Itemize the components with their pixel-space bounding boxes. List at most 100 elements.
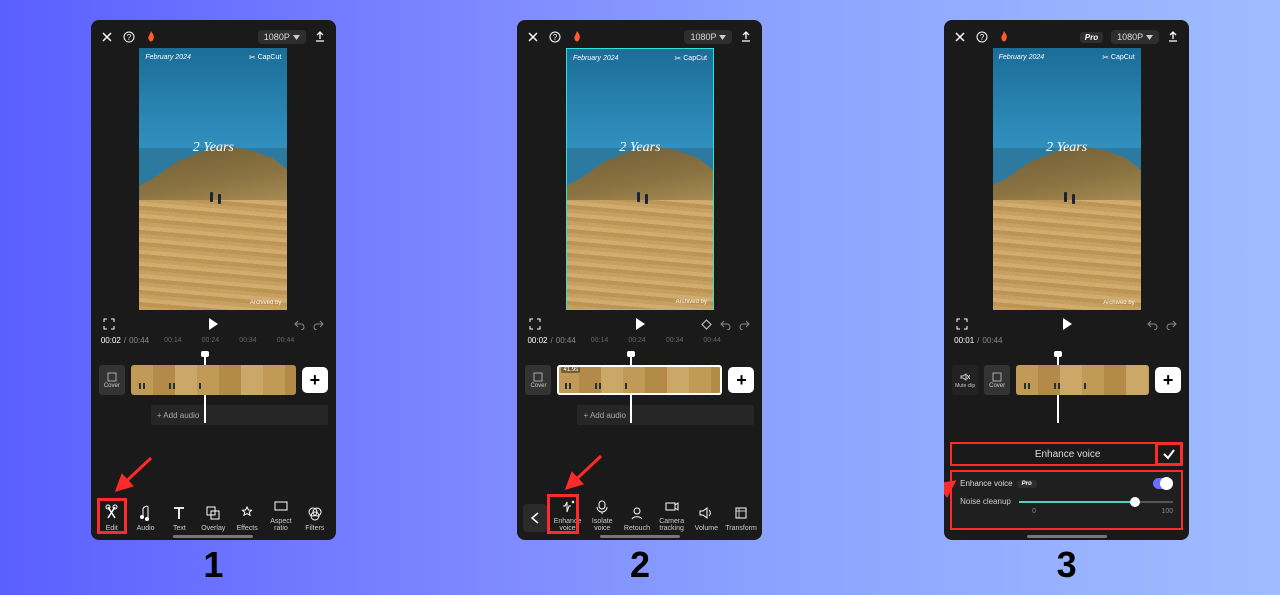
timeline[interactable]: Mute clip Cover +	[944, 363, 1189, 397]
archived-label: Archived by	[676, 299, 707, 305]
export-icon[interactable]	[740, 31, 752, 43]
add-clip-button[interactable]: +	[1155, 367, 1181, 393]
current-time: 00:02	[101, 336, 121, 345]
topbar: ? 1080P	[517, 20, 762, 48]
help-icon[interactable]: ?	[976, 31, 988, 43]
resolution-button[interactable]: 1080P	[258, 30, 306, 44]
flame-icon[interactable]	[145, 30, 157, 44]
pro-badge-inline: Pro	[1017, 480, 1037, 488]
mute-chip[interactable]: Mute clip	[952, 365, 978, 395]
preview-date: February 2024	[999, 54, 1045, 61]
timeline[interactable]: Cover 41.9s +	[517, 363, 762, 397]
close-icon[interactable]	[101, 31, 113, 43]
video-preview: February 2024 CapCut 2 Years Archived by	[566, 48, 714, 310]
pro-badge[interactable]: Pro	[1080, 32, 1103, 43]
tool-text[interactable]: Text	[163, 504, 195, 532]
preview-area[interactable]: February 2024 CapCut 2 Years Archived by	[944, 48, 1189, 310]
fullscreen-icon[interactable]	[956, 318, 968, 330]
playback-row	[91, 310, 336, 334]
current-time: 00:01	[954, 336, 974, 345]
close-icon[interactable]	[527, 31, 539, 43]
tool-transform[interactable]: Transform	[725, 504, 757, 532]
confirm-button[interactable]	[1155, 442, 1183, 466]
preview-area[interactable]: February 2024 CapCut 2 Years Archived by	[517, 48, 762, 310]
cover-chip[interactable]: Cover	[525, 365, 551, 395]
help-icon[interactable]: ?	[123, 31, 135, 43]
toolbar: Edit Audio Text Overlay Effects Aspect r…	[91, 497, 336, 532]
tool-enhance-voice[interactable]: Enhance voice	[552, 497, 584, 532]
play-icon[interactable]	[634, 317, 646, 331]
enhance-voice-toggle[interactable]	[1153, 478, 1173, 489]
watermark: CapCut	[675, 54, 707, 63]
svg-text:?: ?	[127, 33, 132, 42]
video-preview: February 2024 CapCut 2 Years Archived by	[139, 48, 287, 310]
resolution-label: 1080P	[690, 32, 716, 42]
flame-icon[interactable]	[998, 30, 1010, 44]
close-icon[interactable]	[954, 31, 966, 43]
add-audio-button[interactable]: + Add audio	[151, 405, 328, 425]
toolbar: Enhance voice Isolate voice Retouch Came…	[517, 497, 762, 532]
resolution-button[interactable]: 1080P	[684, 30, 732, 44]
redo-icon[interactable]	[739, 319, 750, 330]
tool-camera-tracking[interactable]: Camera tracking	[656, 497, 688, 532]
undo-icon[interactable]	[720, 319, 731, 330]
svg-text:?: ?	[980, 33, 985, 42]
cover-chip[interactable]: Cover	[99, 365, 125, 395]
tool-audio[interactable]: Audio	[130, 504, 162, 532]
video-track	[131, 365, 296, 395]
export-icon[interactable]	[314, 31, 326, 43]
app-screen-1: ? 1080P February 2024 CapCut 2 Years Arc…	[91, 20, 336, 540]
arrow-2	[561, 454, 611, 494]
svg-text:?: ?	[553, 33, 558, 42]
step-number-1: 1	[203, 544, 223, 586]
add-clip-button[interactable]: +	[302, 367, 328, 393]
undo-icon[interactable]	[1147, 319, 1158, 330]
noise-cleanup-slider[interactable]	[1019, 501, 1173, 503]
watermark: CapCut	[1102, 53, 1134, 62]
fullscreen-icon[interactable]	[103, 318, 115, 330]
playback-row	[517, 310, 762, 334]
keyframe-icon[interactable]	[701, 319, 712, 330]
redo-icon[interactable]	[1166, 319, 1177, 330]
play-icon[interactable]	[1061, 317, 1073, 331]
step-number-2: 2	[630, 544, 650, 586]
tool-edit[interactable]: Edit	[96, 504, 128, 532]
step-number-3: 3	[1057, 544, 1077, 586]
undo-icon[interactable]	[294, 319, 305, 330]
resolution-button[interactable]: 1080P	[1111, 30, 1159, 44]
video-track	[1016, 365, 1149, 395]
cover-chip[interactable]: Cover	[984, 365, 1010, 395]
overlay-text: 2 Years	[1046, 140, 1087, 156]
enhance-voice-panel: Enhance voice Pro Noise cleanup 0 100	[950, 470, 1183, 530]
archived-label: Archived by	[250, 300, 281, 306]
tool-effects[interactable]: Effects	[231, 504, 263, 532]
export-icon[interactable]	[1167, 31, 1179, 43]
redo-icon[interactable]	[313, 319, 324, 330]
add-audio-button[interactable]: + Add audio	[577, 405, 754, 425]
play-icon[interactable]	[207, 317, 219, 331]
home-indicator	[1027, 535, 1107, 538]
tool-isolate-voice[interactable]: Isolate voice	[586, 497, 618, 532]
time-row: 00:01 / 00:44	[944, 334, 1189, 347]
resolution-label: 1080P	[1117, 32, 1143, 42]
tool-filters[interactable]: Filters	[299, 504, 331, 532]
tool-volume[interactable]: Volume	[690, 504, 722, 532]
tool-retouch[interactable]: Retouch	[621, 504, 653, 532]
timeline[interactable]: Cover +	[91, 363, 336, 397]
watermark: CapCut	[249, 53, 281, 62]
topbar: ? 1080P	[91, 20, 336, 48]
enhance-voice-label: Enhance voice	[960, 479, 1012, 488]
help-icon[interactable]: ?	[549, 31, 561, 43]
fullscreen-icon[interactable]	[529, 318, 541, 330]
app-screen-3: ? Pro 1080P February 2024 CapCut 2 Years…	[944, 20, 1189, 540]
total-time: 00:44	[129, 336, 149, 345]
flame-icon[interactable]	[571, 30, 583, 44]
tool-overlay[interactable]: Overlay	[197, 504, 229, 532]
enhance-voice-header: Enhance voice	[950, 442, 1183, 466]
tool-aspect[interactable]: Aspect ratio	[265, 497, 297, 532]
preview-area[interactable]: February 2024 CapCut 2 Years Archived by	[91, 48, 336, 310]
add-clip-button[interactable]: +	[728, 367, 754, 393]
home-indicator	[173, 535, 253, 538]
back-button[interactable]	[523, 504, 547, 532]
total-time: 00:44	[556, 336, 576, 345]
